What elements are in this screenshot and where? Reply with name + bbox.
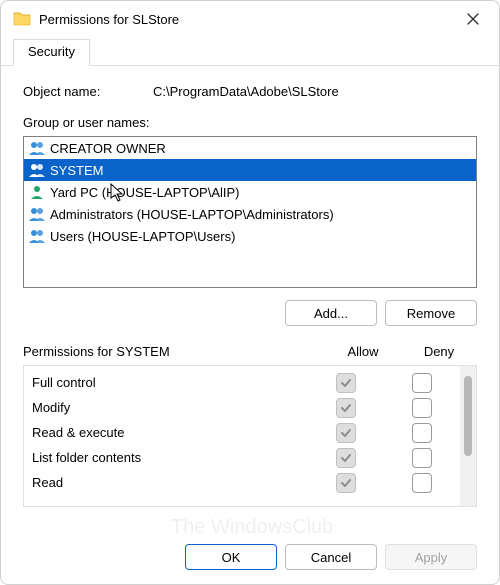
permission-name: Read xyxy=(32,475,308,490)
allow-header: Allow xyxy=(325,344,401,359)
checkbox[interactable] xyxy=(336,423,356,443)
deny-cell xyxy=(384,373,460,393)
dialog-buttons: OK Cancel Apply xyxy=(1,534,499,584)
group-icon xyxy=(28,162,46,178)
allow-cell xyxy=(308,473,384,493)
tab-body: Object name: C:\ProgramData\Adobe\SLStor… xyxy=(1,66,499,534)
permission-row: Modify xyxy=(32,395,460,420)
allow-cell xyxy=(308,423,384,443)
permissions-scrollbar[interactable] xyxy=(460,366,476,506)
permission-row: List folder contents xyxy=(32,445,460,470)
allow-cell xyxy=(308,398,384,418)
group-icon xyxy=(28,140,46,156)
principal-label: Yard PC (HOUSE-LAPTOP\AlIP) xyxy=(50,185,240,200)
allow-cell xyxy=(308,448,384,468)
principal-list[interactable]: CREATOR OWNER SYSTEM Yard PC (HOUSE-LAPTOP… xyxy=(23,136,477,288)
principal-item[interactable]: SYSTEM xyxy=(24,159,476,181)
permissions-box: Full control Modify Read & execute List fol… xyxy=(23,365,477,507)
object-name-label: Object name: xyxy=(23,84,153,99)
remove-button[interactable]: Remove xyxy=(385,300,477,326)
principal-item[interactable]: Yard PC (HOUSE-LAPTOP\AlIP) xyxy=(24,181,476,203)
permission-name: List folder contents xyxy=(32,450,308,465)
principal-label: Users (HOUSE-LAPTOP\Users) xyxy=(50,229,235,244)
permission-name: Read & execute xyxy=(32,425,308,440)
close-button[interactable] xyxy=(455,5,491,33)
add-button[interactable]: Add... xyxy=(285,300,377,326)
checkbox[interactable] xyxy=(336,398,356,418)
allow-cell xyxy=(308,373,384,393)
deny-cell xyxy=(384,423,460,443)
checkbox[interactable] xyxy=(412,373,432,393)
deny-cell xyxy=(384,473,460,493)
watermark: The WindowsClub xyxy=(171,516,333,534)
user-icon xyxy=(28,184,46,200)
permission-name: Modify xyxy=(32,400,308,415)
apply-button[interactable]: Apply xyxy=(385,544,477,570)
checkbox[interactable] xyxy=(412,423,432,443)
checkbox[interactable] xyxy=(412,398,432,418)
permission-name: Full control xyxy=(32,375,308,390)
group-label: Group or user names: xyxy=(23,115,477,130)
checkbox[interactable] xyxy=(336,373,356,393)
deny-cell xyxy=(384,398,460,418)
object-name-value: C:\ProgramData\Adobe\SLStore xyxy=(153,84,477,99)
group-icon xyxy=(28,228,46,244)
dialog-title: Permissions for SLStore xyxy=(39,12,455,27)
tab-strip: Security xyxy=(1,37,499,66)
principal-label: CREATOR OWNER xyxy=(50,141,166,156)
permissions-dialog: Permissions for SLStore Security Object … xyxy=(0,0,500,585)
checkbox[interactable] xyxy=(336,448,356,468)
principal-item[interactable]: Administrators (HOUSE-LAPTOP\Administrat… xyxy=(24,203,476,225)
ok-button[interactable]: OK xyxy=(185,544,277,570)
principal-label: Administrators (HOUSE-LAPTOP\Administrat… xyxy=(50,207,334,222)
checkbox[interactable] xyxy=(412,473,432,493)
scrollbar-thumb[interactable] xyxy=(464,376,472,456)
folder-icon xyxy=(13,10,31,29)
principal-label: SYSTEM xyxy=(50,163,103,178)
checkbox[interactable] xyxy=(412,448,432,468)
deny-cell xyxy=(384,448,460,468)
permission-row: Full control xyxy=(32,370,460,395)
permission-row: Read xyxy=(32,470,460,495)
deny-header: Deny xyxy=(401,344,477,359)
permission-row: Read & execute xyxy=(32,420,460,445)
group-icon xyxy=(28,206,46,222)
principal-item[interactable]: CREATOR OWNER xyxy=(24,137,476,159)
cancel-button[interactable]: Cancel xyxy=(285,544,377,570)
tab-security[interactable]: Security xyxy=(13,39,90,66)
permissions-header: Permissions for SYSTEM xyxy=(23,344,325,359)
principal-item[interactable]: Users (HOUSE-LAPTOP\Users) xyxy=(24,225,476,247)
titlebar: Permissions for SLStore xyxy=(1,1,499,37)
checkbox[interactable] xyxy=(336,473,356,493)
